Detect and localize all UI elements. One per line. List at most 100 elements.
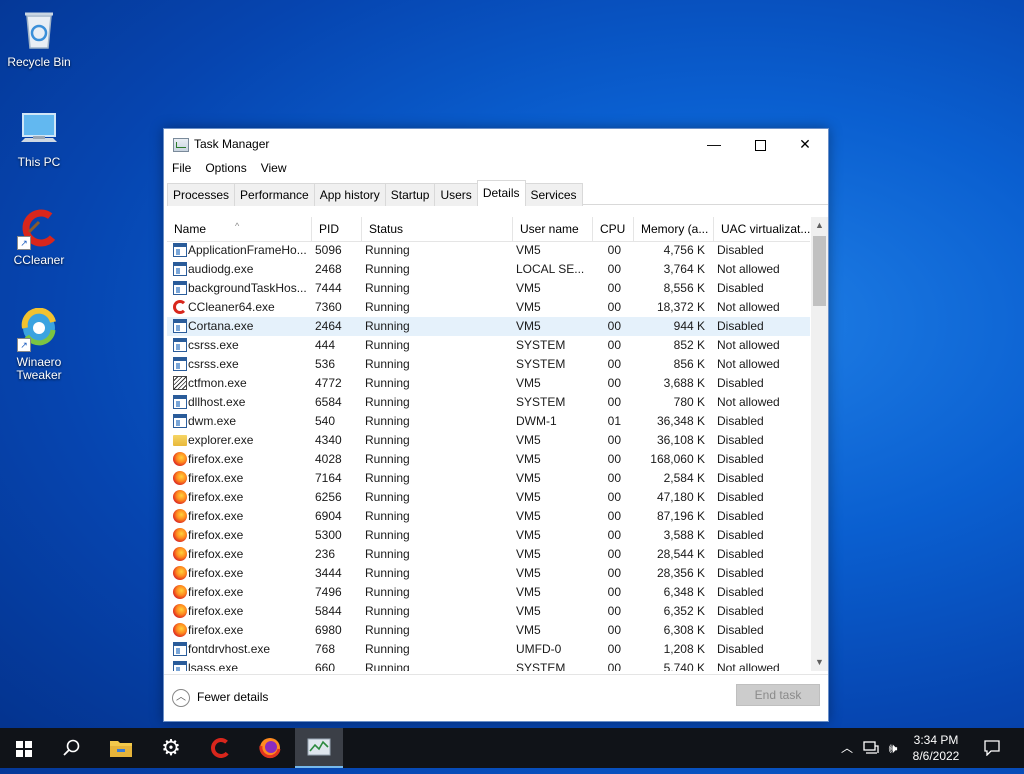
cell-pid: 5096 <box>315 243 342 257</box>
cell-user-name: VM5 <box>516 490 541 504</box>
table-header: ^ Name PID Status User name CPU Memory (… <box>167 217 810 242</box>
cell-uac: Disabled <box>717 585 764 599</box>
table-row[interactable]: dllhost.exe 6584 Running SYSTEM 00 780 K Not a… <box>167 393 810 412</box>
table-row[interactable]: firefox.exe 6904 Running VM5 00 87,196 K Disab… <box>167 507 810 526</box>
table-row[interactable]: csrss.exe 536 Running SYSTEM 00 856 K Not allo… <box>167 355 810 374</box>
cell-pid: 7360 <box>315 300 342 314</box>
menu-view[interactable]: View <box>253 159 293 175</box>
table-row[interactable]: firefox.exe 6256 Running VM5 00 47,180 K Disab… <box>167 488 810 507</box>
desktop-icon-recycle-bin[interactable]: Recycle Bin <box>1 8 77 69</box>
tab-users[interactable]: Users <box>434 183 478 206</box>
cell-user-name: VM5 <box>516 300 541 314</box>
cell-name: audiodg.exe <box>171 260 309 279</box>
tab-performance[interactable]: Performance <box>234 183 315 206</box>
column-header-name[interactable]: ^ Name <box>167 217 312 241</box>
cell-name: firefox.exe <box>171 564 309 583</box>
column-header-cpu[interactable]: CPU <box>593 217 634 241</box>
cell-pid: 6904 <box>315 509 342 523</box>
taskbar-file-explorer[interactable] <box>97 728 145 768</box>
taskbar-ccleaner[interactable] <box>197 728 245 768</box>
table-row[interactable]: firefox.exe 6980 Running VM5 00 6,308 K Disabl… <box>167 621 810 640</box>
end-task-button[interactable]: End task <box>736 684 820 706</box>
tab-services[interactable]: Services <box>524 183 583 206</box>
table-row[interactable]: firefox.exe 7164 Running VM5 00 2,584 K Disabl… <box>167 469 810 488</box>
table-row[interactable]: fontdrvhost.exe 768 Running UMFD-0 00 1,208 K… <box>167 640 810 659</box>
cell-name: dllhost.exe <box>171 393 309 412</box>
cell-memory: 856 K <box>673 357 705 371</box>
maximize-button[interactable] <box>737 129 783 159</box>
desktop-icon-label: Recycle Bin <box>7 55 71 69</box>
network-button[interactable] <box>862 728 880 768</box>
table-row[interactable]: audiodg.exe 2468 Running LOCAL SE... 00 3,764… <box>167 260 810 279</box>
task-manager-icon <box>307 738 331 756</box>
action-center-button[interactable] <box>980 728 1004 768</box>
table-row[interactable]: firefox.exe 7496 Running VM5 00 6,348 K Disabl… <box>167 583 810 602</box>
table-row[interactable]: ctfmon.exe 4772 Running VM5 00 3,688 K Disable… <box>167 374 810 393</box>
table-row[interactable]: Cortana.exe 2464 Running VM5 00 944 K Disabled <box>167 317 810 336</box>
table-row[interactable]: backgroundTaskHos... 7444 Running VM5 00 8,55… <box>167 279 810 298</box>
cell-memory: 3,688 K <box>663 376 705 390</box>
scroll-up-arrow-icon[interactable]: ▲ <box>811 217 828 234</box>
close-button[interactable]: ✕ <box>782 129 828 159</box>
process-name: firefox.exe <box>188 604 244 618</box>
table-row[interactable]: CCleaner64.exe 7360 Running VM5 00 18,372 K No… <box>167 298 810 317</box>
cell-cpu: 00 <box>607 490 621 504</box>
desktop-icon-label: CCleaner <box>13 253 65 267</box>
table-row[interactable]: lsass.exe 660 Running SYSTEM 00 5,740 K Not al… <box>167 659 810 671</box>
search-button[interactable] <box>48 728 96 768</box>
column-header-pid[interactable]: PID <box>312 217 362 241</box>
cell-pid: 6584 <box>315 395 342 409</box>
fewer-details-button[interactable]: ︿ Fewer details <box>172 688 268 707</box>
firefox-process-icon <box>173 490 187 504</box>
scrollbar-thumb[interactable] <box>813 236 826 306</box>
cell-user-name: VM5 <box>516 623 541 637</box>
column-header-user-name[interactable]: User name <box>513 217 593 241</box>
cell-cpu: 00 <box>607 547 621 561</box>
tab-processes[interactable]: Processes <box>167 183 236 206</box>
desktop-icon-winaero-tweaker[interactable]: ↗ Winaero Tweaker <box>1 307 77 382</box>
desktop-icon-ccleaner[interactable]: ↗ CCleaner <box>1 206 77 267</box>
table-row[interactable]: firefox.exe 236 Running VM5 00 28,544 K Disabl… <box>167 545 810 564</box>
table-row[interactable]: explorer.exe 4340 Running VM5 00 36,108 K Disa… <box>167 431 810 450</box>
desktop-icon-label: This PC <box>17 155 61 169</box>
cell-status: Running <box>365 300 410 314</box>
cell-memory: 18,372 K <box>656 300 705 314</box>
cell-name: firefox.exe <box>171 621 309 640</box>
tab-details[interactable]: Details <box>476 180 526 206</box>
table-row[interactable]: dwm.exe 540 Running DWM-1 01 36,348 K Disabled <box>167 412 810 431</box>
cell-user-name: DWM-1 <box>516 414 557 428</box>
firefox-process-icon <box>173 471 187 485</box>
menu-file[interactable]: File <box>164 159 197 175</box>
taskbar-settings[interactable]: ⚙ <box>147 728 195 768</box>
cell-user-name: SYSTEM <box>516 395 566 409</box>
cell-user-name: VM5 <box>516 452 541 466</box>
window-process-icon <box>173 281 187 295</box>
table-row[interactable]: firefox.exe 3444 Running VM5 00 28,356 K Disab… <box>167 564 810 583</box>
winaero-icon: ↗ <box>17 307 61 352</box>
tab-startup[interactable]: Startup <box>384 183 436 206</box>
table-row[interactable]: ApplicationFrameHo... 5096 Running VM5 00 4,7… <box>167 241 810 260</box>
scroll-down-arrow-icon[interactable]: ▼ <box>811 654 828 671</box>
firefox-process-icon <box>173 585 187 599</box>
menu-options[interactable]: Options <box>197 159 252 175</box>
table-row[interactable]: csrss.exe 444 Running SYSTEM 00 852 K Not allo… <box>167 336 810 355</box>
taskbar-task-manager[interactable] <box>295 728 343 768</box>
table-row[interactable]: firefox.exe 5844 Running VM5 00 6,352 K Disabl… <box>167 602 810 621</box>
column-header-memory[interactable]: Memory (a... <box>634 217 714 241</box>
title-bar[interactable]: Task Manager — ✕ <box>164 129 828 159</box>
vertical-scrollbar[interactable]: ▲ ▼ <box>811 217 828 671</box>
minimize-button[interactable]: — <box>691 129 737 159</box>
cell-uac: Not allowed <box>717 357 780 371</box>
process-name: CCleaner64.exe <box>188 300 275 314</box>
taskbar-firefox[interactable] <box>246 728 294 768</box>
table-row[interactable]: firefox.exe 4028 Running VM5 00 168,060 K Disa… <box>167 450 810 469</box>
table-row[interactable]: firefox.exe 5300 Running VM5 00 3,588 K Disabl… <box>167 526 810 545</box>
volume-button[interactable]: 🕪 <box>884 728 902 768</box>
desktop-icon-this-pc[interactable]: This PC <box>1 108 77 169</box>
start-button[interactable] <box>0 728 48 768</box>
tab-app-history[interactable]: App history <box>313 183 386 206</box>
column-header-uac[interactable]: UAC virtualizat... <box>714 217 810 241</box>
column-header-status[interactable]: Status <box>362 217 513 241</box>
clock[interactable]: 3:34 PM 8/6/2022 <box>904 732 968 764</box>
show-hidden-icons-button[interactable]: ︿ <box>838 728 856 768</box>
